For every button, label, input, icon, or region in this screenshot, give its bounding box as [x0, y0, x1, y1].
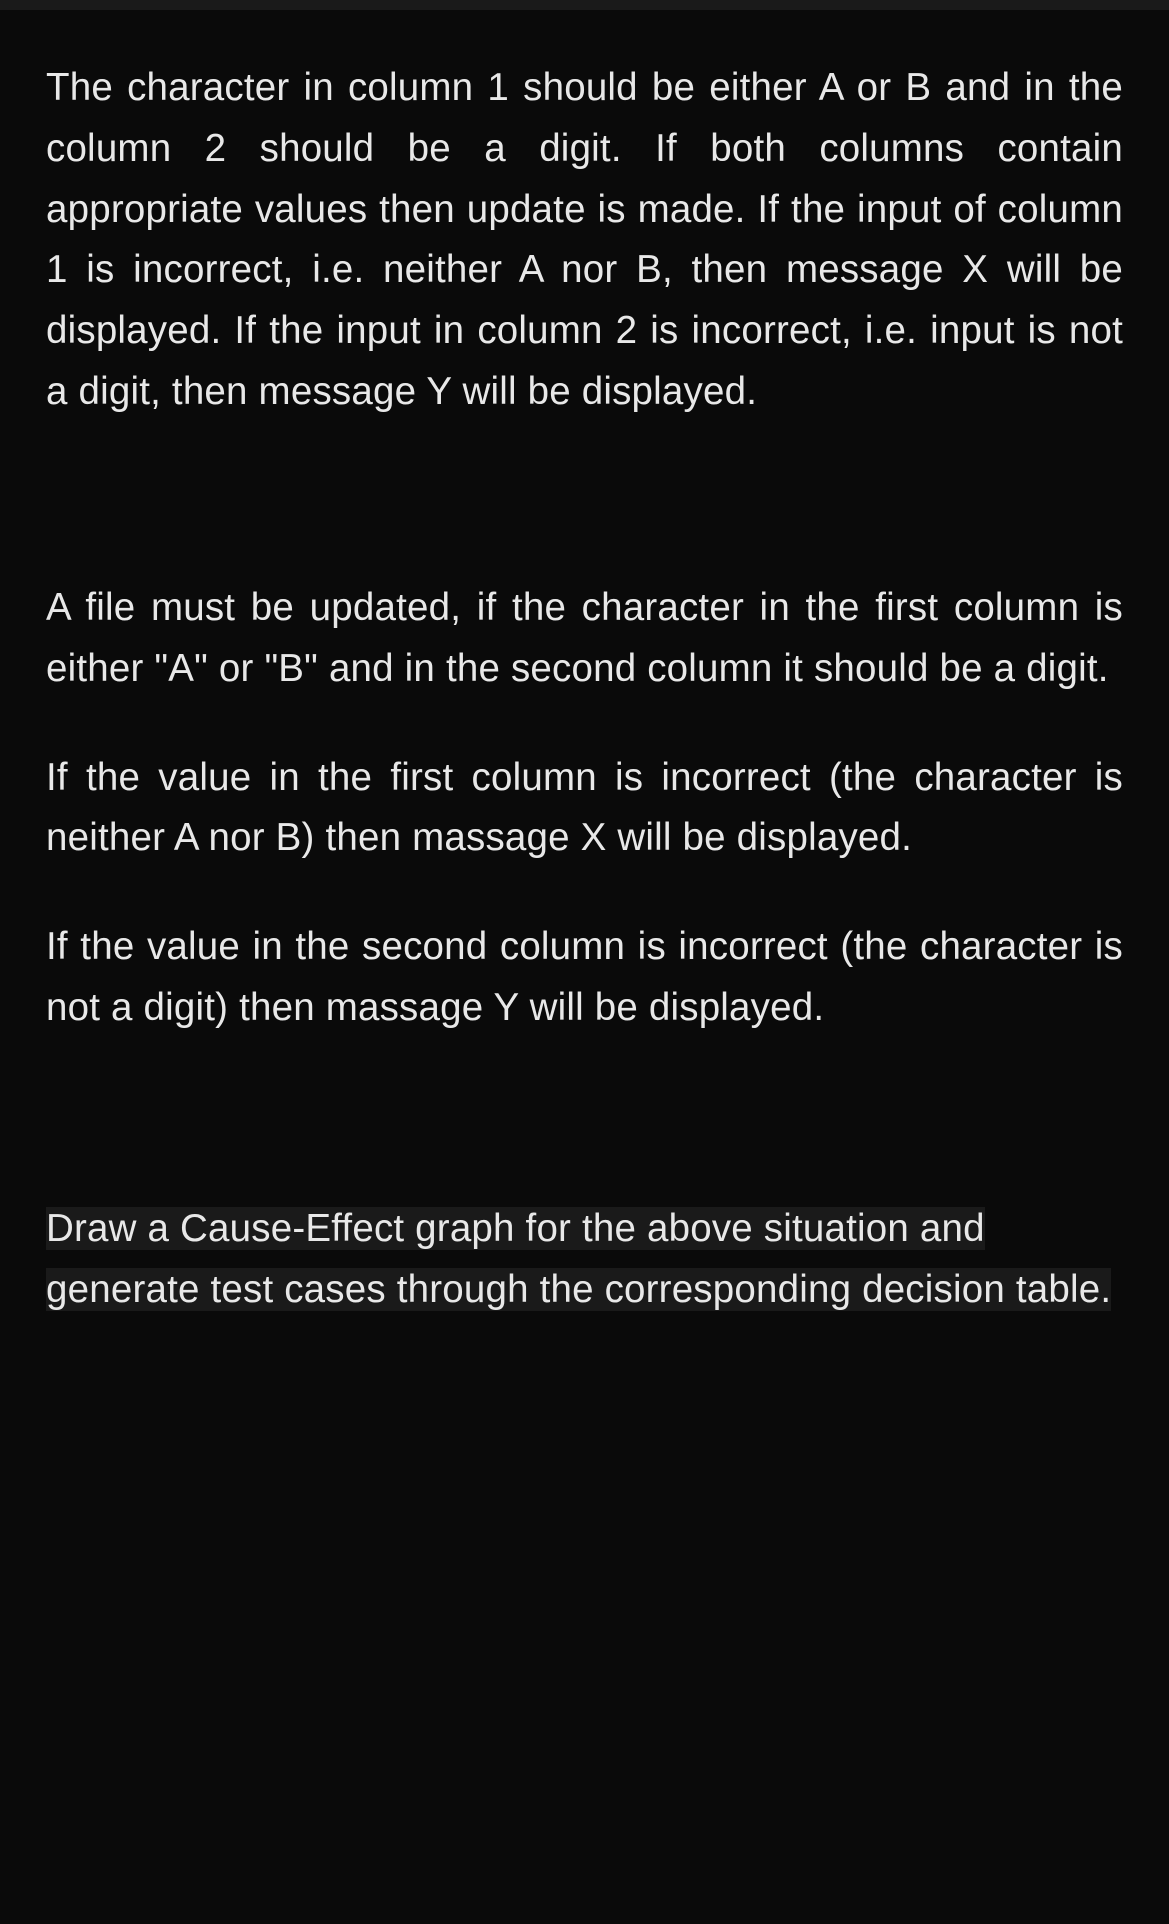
- paragraph-task: Draw a Cause-Effect graph for the above …: [46, 1199, 1123, 1321]
- task-highlight: Draw a Cause-Effect graph for the above …: [46, 1207, 1111, 1311]
- top-bar: [0, 0, 1169, 10]
- paragraph-message-x: If the value in the first column is inco…: [46, 748, 1123, 870]
- spacer: [46, 423, 1123, 578]
- spacer: [46, 869, 1123, 917]
- paragraph-message-y: If the value in the second column is inc…: [46, 917, 1123, 1039]
- paragraph-update-rule: A file must be updated, if the character…: [46, 578, 1123, 700]
- document-content: The character in column 1 should be eith…: [0, 10, 1169, 1369]
- spacer: [46, 1039, 1123, 1199]
- paragraph-intro: The character in column 1 should be eith…: [46, 58, 1123, 423]
- spacer: [46, 700, 1123, 748]
